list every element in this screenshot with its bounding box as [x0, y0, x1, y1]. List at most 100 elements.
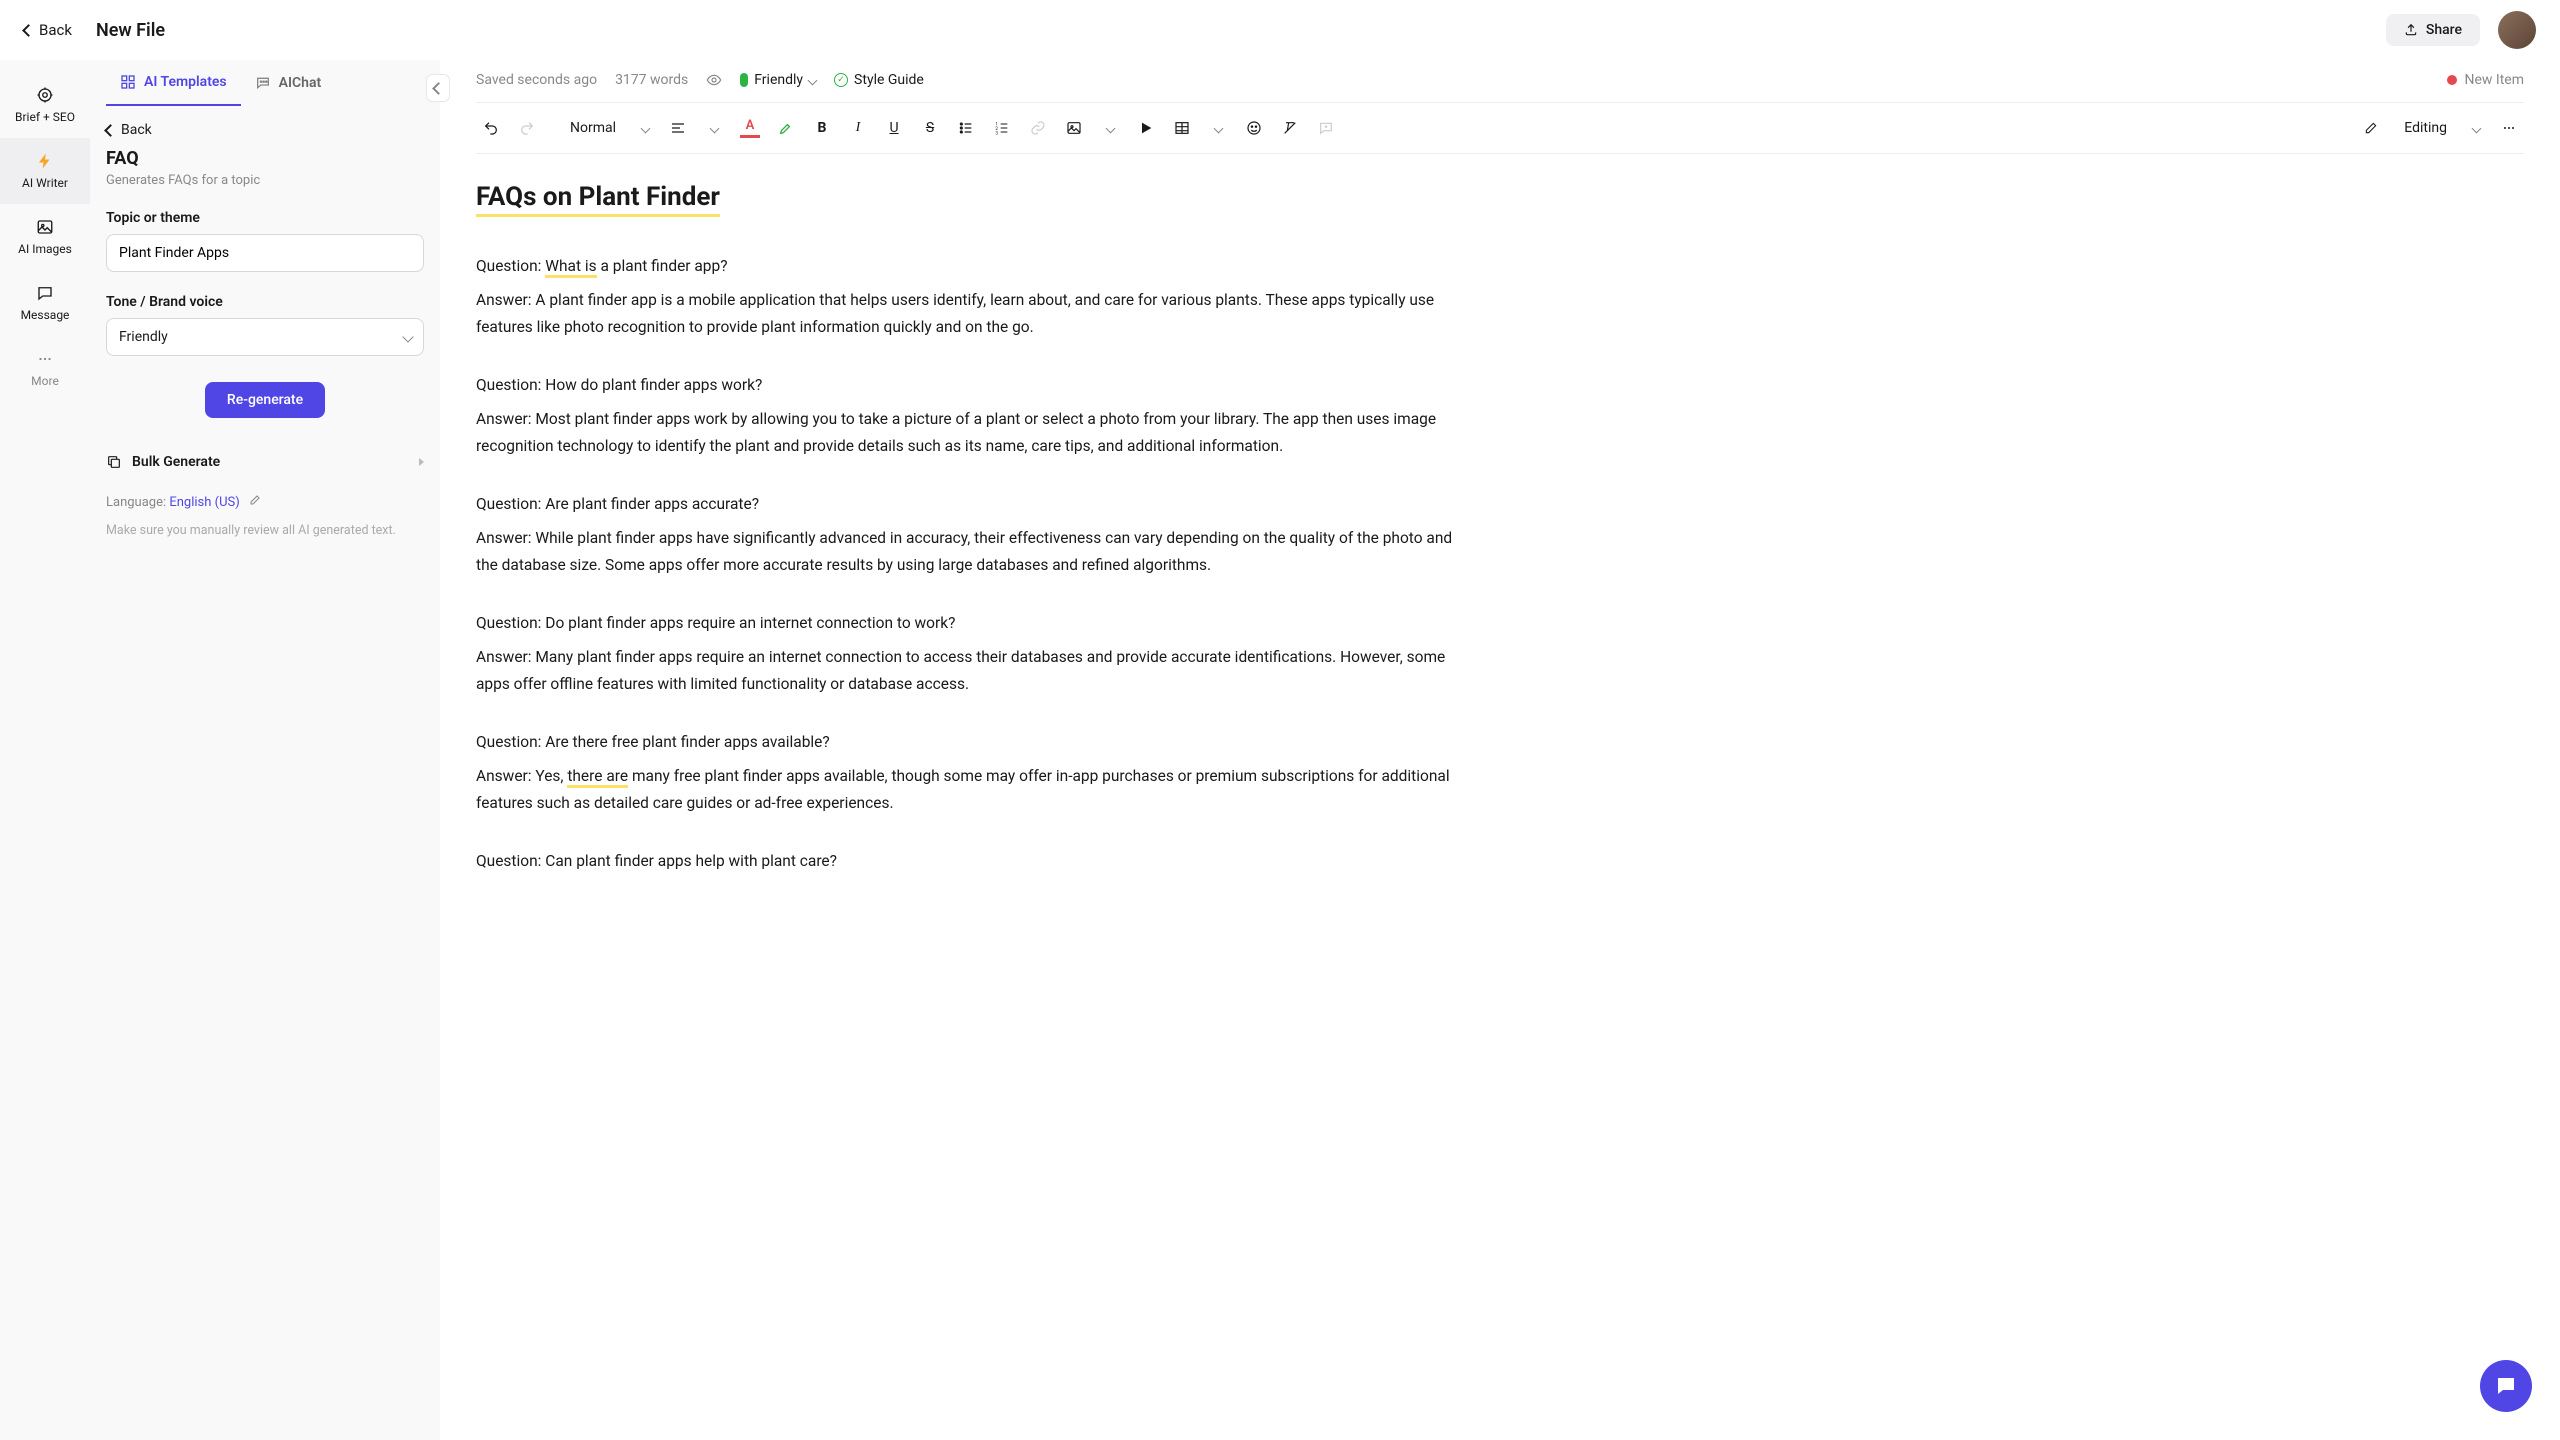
question-3: Question: Are plant finder apps accurate… [476, 491, 1456, 517]
rail-brief-seo[interactable]: Brief + SEO [0, 72, 90, 138]
rail-message[interactable]: Message [0, 270, 90, 336]
chevron-down-icon [641, 123, 651, 133]
underline-icon: U [889, 120, 898, 136]
undo-button[interactable] [476, 113, 506, 143]
strikethrough-button[interactable]: S [915, 113, 945, 143]
rail-more[interactable]: More [0, 336, 90, 402]
bolt-icon [36, 152, 54, 170]
chevron-down-icon [1105, 123, 1115, 133]
file-title: New File [96, 20, 165, 41]
insert-table-button[interactable] [1167, 113, 1197, 143]
new-item-label: New Item [2465, 72, 2525, 88]
chevron-down-icon [808, 75, 818, 85]
link-button[interactable] [1023, 113, 1053, 143]
eye-icon[interactable] [706, 72, 722, 88]
chevron-left-icon [22, 24, 35, 37]
clear-format-icon [1282, 120, 1298, 136]
topic-label: Topic or theme [106, 210, 424, 226]
new-item-indicator[interactable]: New Item [2447, 72, 2525, 88]
word-count: 3177 words [615, 72, 688, 88]
table-icon [1174, 120, 1190, 136]
tone-label: Tone / Brand voice [106, 294, 424, 310]
answer-1: Answer: A plant finder app is a mobile a… [476, 287, 1456, 340]
tone-pill[interactable]: Friendly [740, 72, 816, 88]
redo-icon [519, 120, 535, 136]
bold-icon: B [818, 120, 827, 136]
saved-status: Saved seconds ago [476, 72, 597, 88]
pencil-icon [2364, 121, 2378, 135]
toolbar-more-button[interactable] [2494, 113, 2524, 143]
rail-ai-writer-label: AI Writer [22, 176, 68, 190]
panel-title: FAQ [106, 148, 424, 169]
insert-video-button[interactable] [1131, 113, 1161, 143]
message-icon [36, 284, 54, 302]
question-6: Question: Can plant finder apps help wit… [476, 848, 1456, 874]
chevron-left-icon [104, 124, 117, 137]
highlight-button[interactable] [771, 113, 801, 143]
bullet-list-button[interactable] [951, 113, 981, 143]
copy-icon [106, 454, 122, 470]
language-value[interactable]: English (US) [169, 495, 239, 510]
underline-button[interactable]: U [879, 113, 909, 143]
help-chat-fab[interactable] [2480, 1360, 2532, 1412]
language-label: Language: [106, 495, 169, 510]
chevron-down-icon [2472, 123, 2482, 133]
chevron-left-icon [432, 82, 445, 95]
align-left-icon [670, 120, 686, 136]
rail-ai-images[interactable]: AI Images [0, 204, 90, 270]
paragraph-style-select[interactable]: Normal [562, 116, 657, 140]
share-button[interactable]: Share [2386, 14, 2480, 46]
style-guide-pill[interactable]: ✓ Style Guide [834, 72, 924, 88]
redo-button[interactable] [512, 113, 542, 143]
rail-more-label: More [31, 374, 59, 388]
tab-ai-templates[interactable]: AI Templates [106, 60, 241, 106]
numbered-list-icon: 123 [994, 120, 1010, 136]
emoji-icon [1246, 120, 1262, 136]
topic-input[interactable] [106, 234, 424, 272]
mic-icon [740, 73, 748, 87]
edit-icon[interactable] [249, 494, 261, 506]
doc-title: FAQs on Plant Finder [476, 182, 720, 217]
image-icon [1066, 120, 1082, 136]
align-button[interactable] [663, 113, 693, 143]
chevron-down-icon [709, 123, 719, 133]
check-circle-icon: ✓ [834, 73, 848, 87]
text-color-button[interactable]: A [735, 113, 765, 143]
share-label: Share [2426, 22, 2462, 38]
sidebar-back-link[interactable]: Back [90, 106, 440, 144]
collapse-sidebar-button[interactable] [426, 74, 450, 102]
insert-image-dropdown[interactable] [1095, 113, 1125, 143]
avatar[interactable] [2498, 11, 2536, 49]
paragraph-style-label: Normal [570, 120, 616, 136]
italic-button[interactable]: I [843, 113, 873, 143]
insert-image-button[interactable] [1059, 113, 1089, 143]
comment-button[interactable] [1311, 113, 1341, 143]
rail-ai-images-label: AI Images [18, 242, 72, 256]
emoji-button[interactable] [1239, 113, 1269, 143]
numbered-list-button[interactable]: 123 [987, 113, 1017, 143]
highlighter-icon [778, 120, 794, 136]
answer-3: Answer: While plant finder apps have sig… [476, 525, 1456, 578]
tab-ai-chat-label: AIChat [279, 75, 322, 91]
italic-icon: I [856, 120, 861, 136]
link-icon [1030, 120, 1046, 136]
caret-right-icon [419, 458, 424, 466]
review-note: Make sure you manually review all AI gen… [106, 522, 424, 541]
regenerate-button[interactable]: Re-generate [205, 382, 325, 418]
tab-ai-templates-label: AI Templates [144, 74, 227, 90]
rail-ai-writer[interactable]: AI Writer [0, 138, 90, 204]
answer-2: Answer: Most plant finder apps work by a… [476, 406, 1456, 459]
editing-mode-select[interactable]: Editing [2356, 116, 2488, 140]
tone-select[interactable]: Friendly [106, 318, 424, 356]
insert-table-dropdown[interactable] [1203, 113, 1233, 143]
svg-text:3: 3 [995, 131, 998, 136]
document-body[interactable]: FAQs on Plant Finder Question: What is a… [476, 182, 1456, 907]
templates-icon [120, 74, 136, 90]
align-dropdown[interactable] [699, 113, 729, 143]
header-back-link[interactable]: Back [24, 21, 72, 39]
clear-format-button[interactable] [1275, 113, 1305, 143]
bold-button[interactable]: B [807, 113, 837, 143]
bulk-generate-row[interactable]: Bulk Generate [106, 446, 424, 494]
tab-ai-chat[interactable]: AIChat [241, 60, 336, 106]
strikethrough-icon: S [926, 120, 934, 136]
